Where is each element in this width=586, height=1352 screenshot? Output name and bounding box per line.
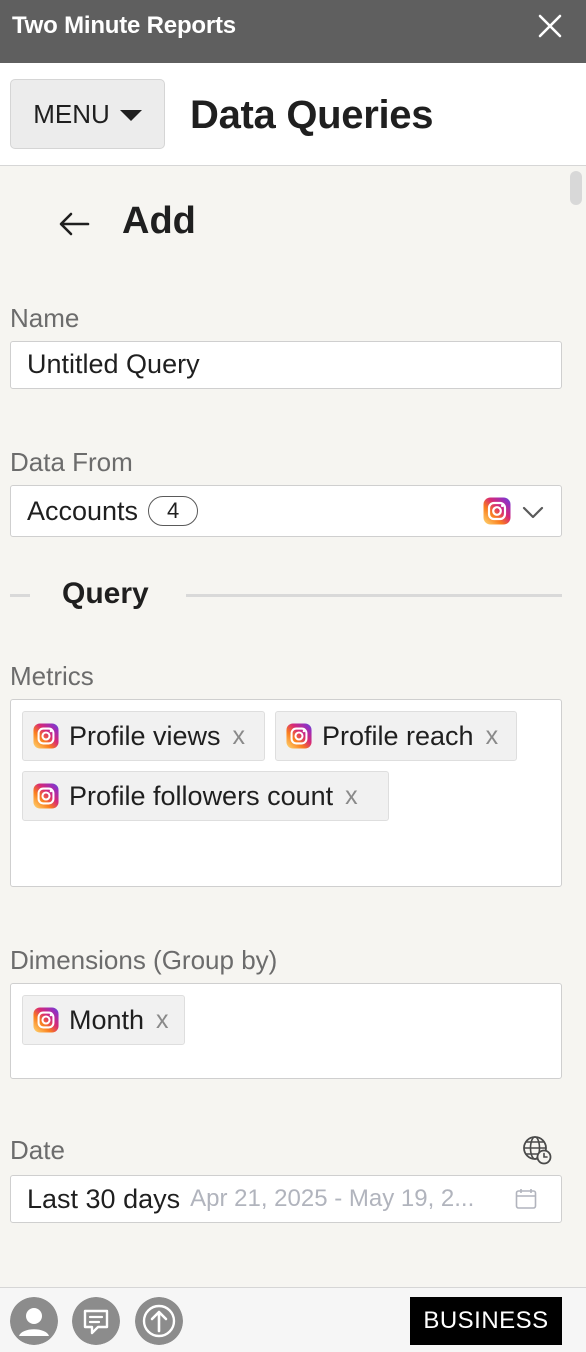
dimensions-label: Dimensions (Group by) (10, 945, 278, 975)
data-from-select[interactable]: Accounts 4 (10, 485, 562, 537)
metric-chip: Profile views x (22, 711, 265, 761)
section-title: Query (62, 577, 149, 610)
date-range-text: Apr 21, 2025 - May 19, 2... (190, 1185, 475, 1212)
account-count-badge: 4 (148, 496, 199, 526)
menu-label: MENU (33, 98, 110, 129)
app-title: Two Minute Reports (12, 12, 236, 39)
metric-chip-label: Profile reach (322, 720, 474, 751)
data-from-value: Accounts (27, 495, 139, 526)
instagram-icon (33, 1007, 59, 1033)
dimension-chip: Month x (22, 995, 185, 1045)
back-arrow-icon[interactable] (56, 208, 92, 240)
remove-chip-button[interactable]: x (156, 1006, 169, 1035)
metrics-label: Metrics (10, 661, 94, 691)
date-preset-value: Last 30 days (27, 1183, 181, 1214)
data-from-label: Data From (10, 447, 133, 477)
chevron-down-icon[interactable] (521, 500, 545, 524)
upgrade-arrow-icon[interactable] (135, 1297, 183, 1345)
metric-chip-label: Profile followers count (69, 780, 334, 811)
page-title: Data Queries (190, 93, 434, 137)
form-heading: Add (122, 200, 196, 242)
instagram-icon (483, 497, 511, 532)
chat-icon[interactable] (72, 1297, 120, 1345)
date-label: Date (10, 1135, 65, 1165)
dimensions-field[interactable]: Month x (10, 983, 562, 1079)
metric-chip-label: Profile views (69, 720, 221, 751)
instagram-icon (33, 723, 59, 749)
business-plan-button[interactable]: BUSINESS (410, 1297, 562, 1345)
menu-button[interactable]: MENU (10, 79, 165, 149)
name-label: Name (10, 303, 80, 333)
dimension-chip-label: Month (69, 1004, 145, 1035)
calendar-icon[interactable] (515, 1188, 537, 1210)
section-divider (186, 594, 562, 597)
remove-chip-button[interactable]: x (345, 782, 358, 811)
header: MENU Data Queries (0, 63, 586, 166)
instagram-icon (33, 783, 59, 809)
instagram-icon (286, 723, 312, 749)
section-divider (10, 594, 30, 597)
remove-chip-button[interactable]: x (486, 722, 499, 751)
caret-down-icon (119, 109, 142, 121)
name-input[interactable]: Untitled Query (10, 341, 562, 389)
metric-chip: Profile reach x (275, 711, 517, 761)
close-icon[interactable] (534, 10, 566, 42)
globe-clock-icon[interactable] (522, 1135, 552, 1165)
metric-chip: Profile followers count x (22, 771, 389, 821)
scrollbar-thumb[interactable] (570, 171, 582, 205)
footer-bar: BUSINESS (0, 1287, 586, 1352)
user-icon[interactable] (10, 1297, 58, 1345)
metrics-field[interactable]: Profile views x Profile reach x Profile … (10, 699, 562, 887)
title-bar: Two Minute Reports (0, 0, 586, 63)
remove-chip-button[interactable]: x (233, 722, 246, 751)
date-range-picker[interactable]: Last 30 days Apr 21, 2025 - May 19, 2... (10, 1175, 562, 1223)
